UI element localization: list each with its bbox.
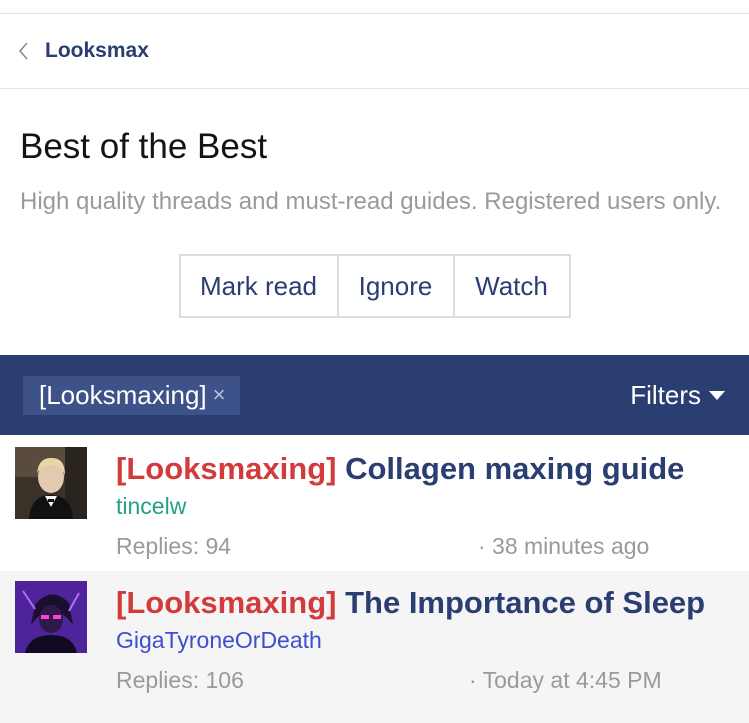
breadcrumb[interactable]: Looksmax	[0, 14, 749, 89]
top-spacer	[0, 0, 749, 14]
thread-title[interactable]: [Looksmaxing] The Importance of Sleep	[116, 585, 705, 621]
forum-description: High quality threads and must-read guide…	[20, 188, 722, 215]
filters-button[interactable]: Filters	[630, 380, 725, 411]
forum-header: Best of the Best High quality threads an…	[0, 89, 749, 356]
forum-actions: Mark read Ignore Watch	[20, 254, 729, 318]
thread-author[interactable]: GigaTyroneOrDeath	[116, 627, 322, 654]
filters-label: Filters	[630, 379, 701, 410]
remove-filter-icon[interactable]: ×	[213, 382, 226, 408]
last-post-time[interactable]: · 38 minutes ago	[478, 533, 649, 560]
thread-prefix[interactable]: [Looksmaxing]	[116, 451, 336, 486]
ignore-button[interactable]: Ignore	[338, 254, 455, 318]
filter-bar: [Looksmaxing] × Filters	[0, 355, 749, 435]
thread-item[interactable]: [Looksmaxing] Collagen maxing guide tinc…	[0, 437, 749, 571]
thread-prefix[interactable]: [Looksmaxing]	[116, 585, 336, 620]
active-filter-chip[interactable]: [Looksmaxing] ×	[23, 375, 240, 415]
caret-down-icon	[709, 390, 725, 400]
avatar[interactable]	[15, 581, 87, 653]
chevron-left-icon	[18, 42, 28, 60]
reply-count: Replies: 94	[116, 533, 232, 559]
thread-title-text[interactable]: The Importance of Sleep	[345, 585, 705, 620]
breadcrumb-label[interactable]: Looksmax	[45, 39, 149, 63]
thread-title[interactable]: [Looksmaxing] Collagen maxing guide	[116, 451, 684, 487]
page-title: Best of the Best	[20, 127, 268, 166]
thread-title-text[interactable]: Collagen maxing guide	[345, 451, 684, 486]
last-post-time[interactable]: · Today at 4:45 PM	[469, 667, 662, 694]
watch-button[interactable]: Watch	[454, 254, 571, 318]
mark-read-button[interactable]: Mark read	[178, 254, 339, 318]
active-filter-label: [Looksmaxing]	[39, 379, 207, 410]
avatar[interactable]	[15, 447, 87, 519]
thread-item[interactable]: [Looksmaxing] The Importance of Sleep Gi…	[0, 571, 749, 723]
reply-count: Replies: 106	[116, 667, 244, 693]
thread-author[interactable]: tincelw	[116, 493, 186, 520]
